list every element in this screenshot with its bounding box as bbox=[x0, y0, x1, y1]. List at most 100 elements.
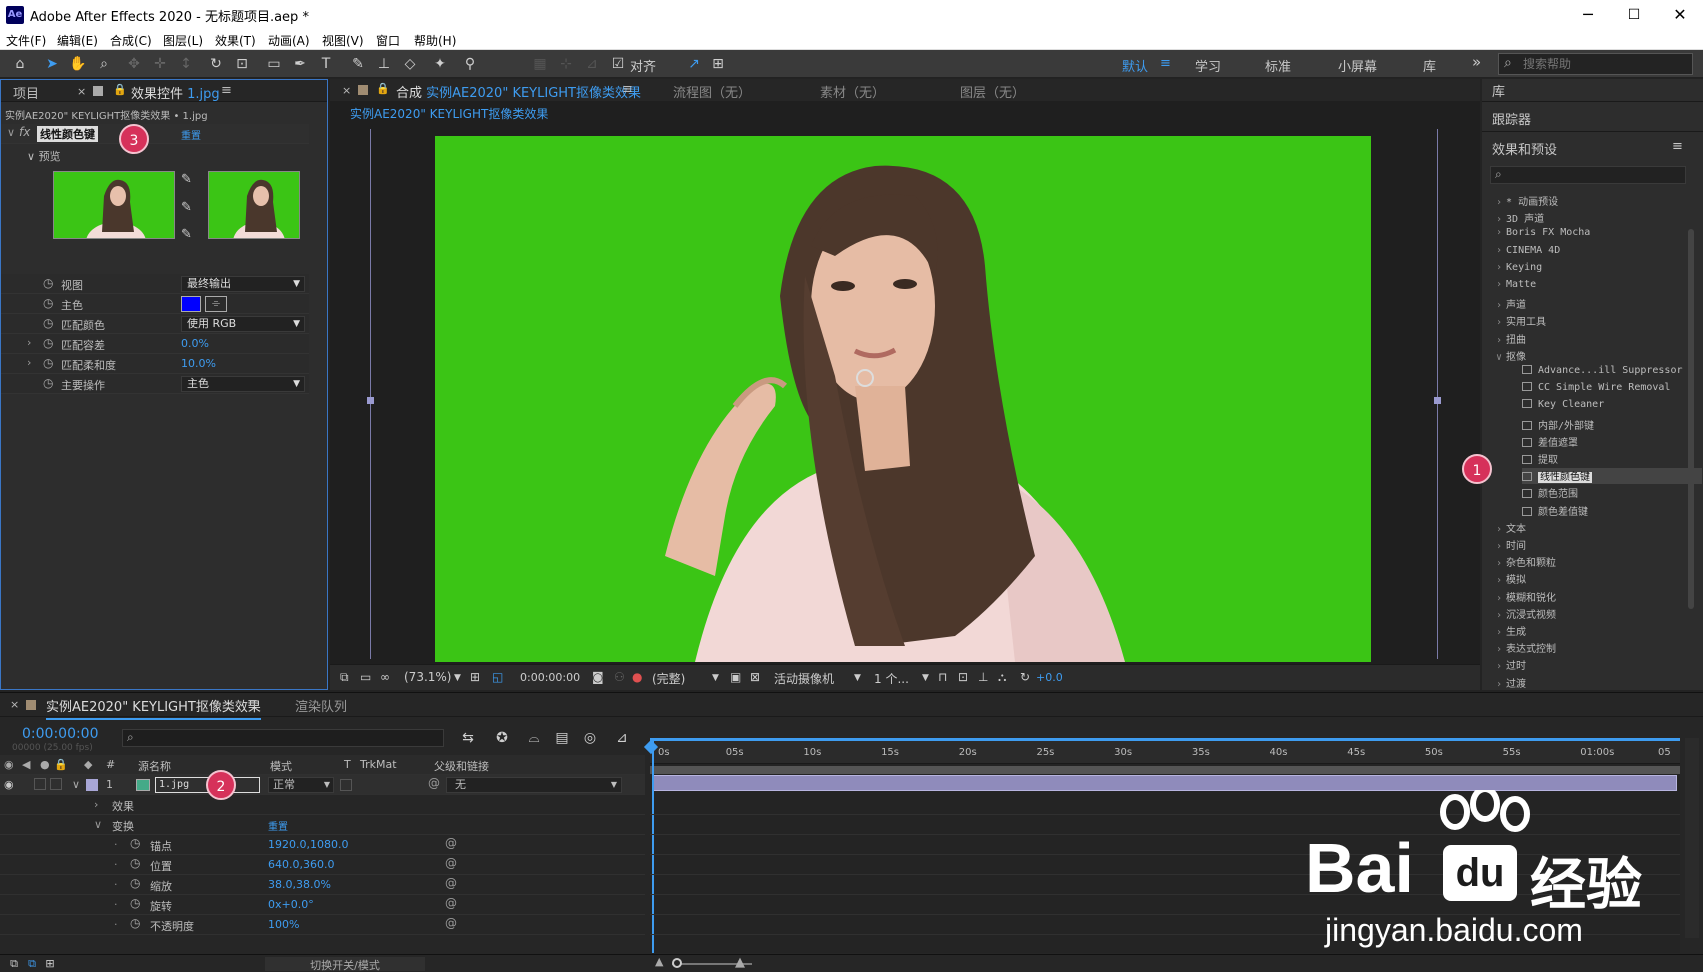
chevron-right-icon[interactable]: › bbox=[1496, 575, 1502, 586]
prop-value[interactable]: 0x+0.0° bbox=[268, 898, 314, 911]
pick-whip-icon[interactable]: @ bbox=[445, 856, 457, 870]
maximize-button[interactable]: ☐ bbox=[1611, 0, 1657, 30]
transparency-grid-icon[interactable]: ⊠ bbox=[750, 670, 760, 684]
color-eyedropper-icon[interactable]: ⌯ bbox=[205, 296, 227, 312]
exposure-value[interactable]: +0.0 bbox=[1036, 671, 1063, 684]
eyedropper-icon[interactable]: ✎ bbox=[181, 172, 192, 187]
snap-option-icon[interactable]: ↗ bbox=[684, 55, 704, 73]
timeline-icon[interactable]: ⊥ bbox=[978, 670, 988, 684]
frame-blending-icon[interactable]: ▤ bbox=[552, 729, 572, 747]
orbit-camera-icon[interactable]: ✥ bbox=[124, 55, 144, 73]
section-libraries[interactable]: 库 bbox=[1492, 81, 1505, 100]
scrollbar[interactable] bbox=[1688, 229, 1694, 609]
match-softness-value[interactable]: 10.0% bbox=[181, 357, 216, 370]
close-tab-icon[interactable]: × bbox=[77, 85, 86, 98]
pick-whip-icon[interactable]: @ bbox=[445, 916, 457, 930]
chevron-right-icon[interactable]: › bbox=[1496, 661, 1502, 672]
snap-grid-icon[interactable]: ⊞ bbox=[708, 55, 728, 73]
menu-composition[interactable]: 合成(C) bbox=[110, 32, 152, 49]
menu-view[interactable]: 视图(V) bbox=[322, 32, 364, 49]
stopwatch-icon[interactable]: ◷ bbox=[43, 316, 53, 330]
chevron-right-icon[interactable]: › bbox=[1496, 214, 1502, 225]
effect-item[interactable]: 提取 bbox=[1522, 451, 1702, 467]
effect-category[interactable]: › 声道 bbox=[1496, 296, 1696, 311]
layer-duration-bar[interactable] bbox=[652, 775, 1677, 791]
match-colors-dropdown[interactable]: 使用 RGB ▼ bbox=[181, 316, 305, 332]
minimize-button[interactable]: ─ bbox=[1565, 0, 1611, 30]
panel-menu-icon[interactable]: ≡ bbox=[221, 83, 232, 98]
eye-icon[interactable]: ◉ bbox=[4, 778, 14, 791]
chevron-right-icon[interactable]: › bbox=[94, 798, 98, 811]
chevron-right-icon[interactable]: › bbox=[27, 336, 31, 349]
render-icon[interactable]: ⧉ bbox=[4, 955, 24, 972]
col-source-name[interactable]: 源名称 bbox=[138, 758, 171, 774]
layer-row[interactable]: ◉ ∨ 1 1.jpg 正常 ▼ @ 无 ▼ bbox=[0, 775, 645, 795]
menu-animation[interactable]: 动画(A) bbox=[268, 32, 310, 49]
parent-dropdown[interactable]: 无 ▼ bbox=[446, 777, 622, 793]
anchor-point-icon[interactable] bbox=[856, 369, 874, 387]
zoom-tool-icon[interactable]: ⌕ bbox=[94, 55, 114, 73]
transform-handle-left[interactable] bbox=[367, 397, 374, 404]
rotate-tool-icon[interactable]: ↻ bbox=[206, 55, 226, 73]
panel-menu-icon[interactable]: ≡ bbox=[1672, 139, 1683, 154]
chevron-down-icon[interactable]: ∨ bbox=[1496, 352, 1502, 363]
tab-render-queue[interactable]: 渲染队列 bbox=[295, 696, 347, 715]
mask-visibility-icon[interactable]: ◱ bbox=[492, 670, 503, 684]
dolly-camera-icon[interactable]: ↕ bbox=[176, 55, 196, 73]
menu-file[interactable]: 文件(F) bbox=[6, 32, 46, 49]
menu-edit[interactable]: 编辑(E) bbox=[57, 32, 98, 49]
chevron-right-icon[interactable]: › bbox=[1496, 245, 1502, 256]
section-effects-presets[interactable]: 效果和预设 bbox=[1492, 139, 1557, 158]
current-time[interactable]: 0:00:00:00 bbox=[520, 671, 580, 684]
chevron-right-icon[interactable]: › bbox=[1496, 300, 1502, 311]
prop-value[interactable]: 640.0,360.0 bbox=[268, 858, 334, 871]
region-of-interest-icon[interactable]: ▣ bbox=[730, 670, 741, 684]
panel-menu-icon[interactable]: ≡ bbox=[247, 696, 258, 711]
time-ruler[interactable]: 0s 05s 10s 15s 20s 25s 30s 35s 40s 45s 50s 55s 01:00… bbox=[650, 738, 1680, 764]
title-safe-icon[interactable]: ⊞ bbox=[470, 670, 480, 684]
effect-category[interactable]: › 3D 声道 bbox=[1496, 210, 1696, 225]
close-button[interactable]: ✕ bbox=[1657, 0, 1703, 30]
effect-item[interactable]: Advance...ill Suppressor bbox=[1522, 365, 1702, 381]
eraser-tool-icon[interactable]: ◇ bbox=[400, 55, 420, 73]
help-search[interactable]: ⌕ bbox=[1498, 53, 1693, 75]
layer-label-color[interactable] bbox=[86, 779, 98, 791]
stopwatch-icon[interactable]: ◷ bbox=[130, 836, 140, 850]
menu-layer[interactable]: 图层(L) bbox=[163, 32, 203, 49]
timeline-scrollbar[interactable] bbox=[1685, 738, 1699, 938]
effect-header-row[interactable]: ∨ fx 线性颜色键 重置 bbox=[1, 124, 309, 144]
snapshot-icon[interactable]: ◙ bbox=[592, 670, 604, 684]
chevron-right-icon[interactable]: › bbox=[1496, 644, 1502, 655]
chevron-right-icon[interactable]: › bbox=[1496, 227, 1502, 238]
chevron-right-icon[interactable]: › bbox=[1496, 610, 1502, 621]
lock-icon[interactable]: 🔒 bbox=[113, 83, 127, 96]
toggle-pixel-icon[interactable]: ⊓ bbox=[938, 670, 947, 684]
reset-exposure-icon[interactable]: ↻ bbox=[1020, 670, 1030, 684]
pan-camera-icon[interactable]: ✛ bbox=[150, 55, 170, 73]
effect-category[interactable]: › 过时 bbox=[1496, 657, 1696, 672]
stopwatch-icon[interactable]: ◷ bbox=[43, 376, 53, 390]
effect-category[interactable]: › Boris FX Mocha bbox=[1496, 227, 1696, 238]
toggle-switches-modes[interactable]: 切换开关/模式 bbox=[265, 957, 425, 972]
chevron-right-icon[interactable]: › bbox=[1496, 335, 1502, 346]
clone-stamp-icon[interactable]: ⊥ bbox=[374, 55, 394, 73]
stopwatch-icon[interactable]: ◷ bbox=[43, 276, 53, 290]
zoom-out-icon[interactable]: ▲ bbox=[655, 955, 663, 968]
chevron-right-icon[interactable]: › bbox=[1496, 197, 1502, 208]
tab-timeline-comp[interactable]: 实例AE2020" KEYLIGHT抠像类效果 bbox=[46, 696, 261, 720]
expand-modes-icon[interactable]: ⧉ bbox=[22, 955, 42, 972]
chevron-right-icon[interactable]: › bbox=[1496, 627, 1502, 638]
match-tolerance-value[interactable]: 0.0% bbox=[181, 337, 209, 350]
chevron-right-icon[interactable]: › bbox=[27, 356, 31, 369]
work-area-bar[interactable] bbox=[650, 738, 1680, 741]
effect-category[interactable]: › Keying bbox=[1496, 262, 1696, 273]
chevron-right-icon[interactable]: › bbox=[1496, 317, 1502, 328]
effect-item[interactable]: 颜色差值键 bbox=[1522, 503, 1702, 519]
close-tab-icon[interactable]: × bbox=[10, 698, 19, 711]
preview-toggle[interactable]: ∨ 预览 bbox=[27, 148, 61, 164]
chevron-right-icon[interactable]: › bbox=[1496, 524, 1502, 535]
chevron-right-icon[interactable]: › bbox=[1496, 279, 1502, 290]
chevron-down-icon[interactable]: ∨ bbox=[94, 818, 102, 831]
transform-handle-right[interactable] bbox=[1434, 397, 1441, 404]
motion-blur-icon[interactable]: ◎ bbox=[580, 729, 600, 747]
